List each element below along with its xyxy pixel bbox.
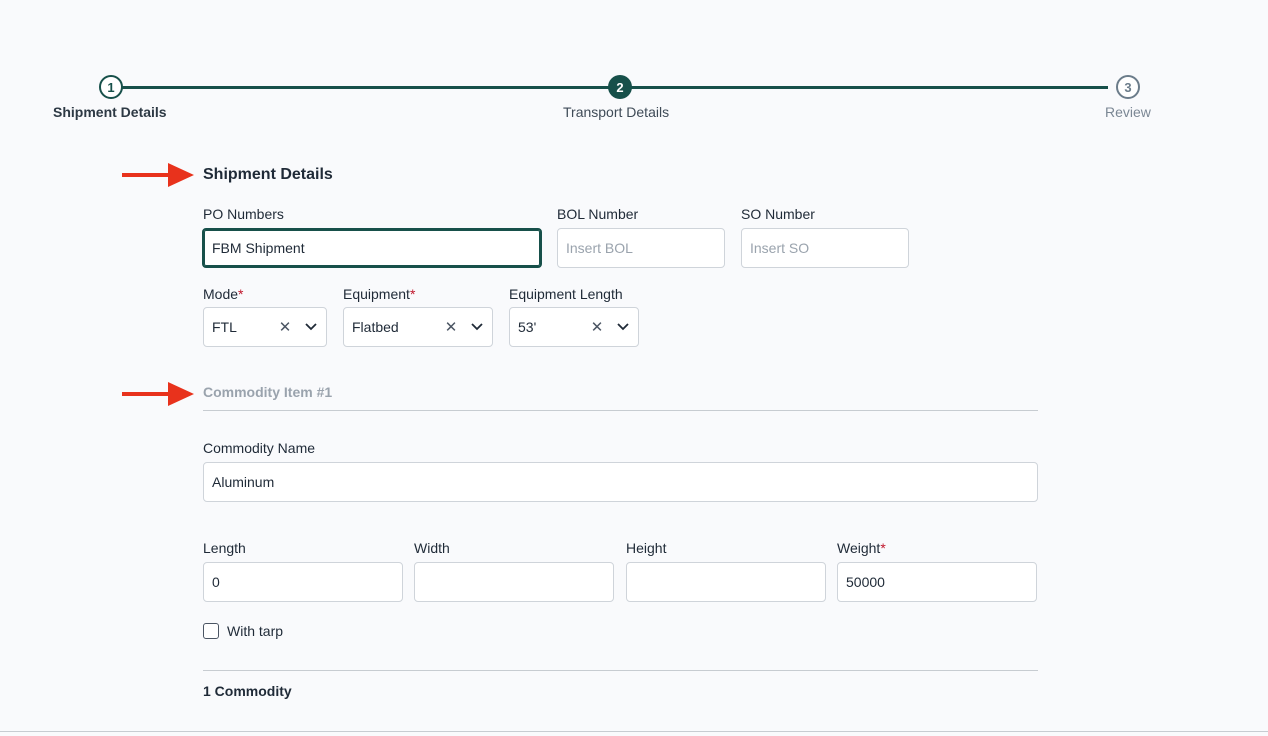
- transport-details-page: 1 Shipment Details 2 Transport Details 3…: [0, 0, 1268, 736]
- width-input[interactable]: [414, 562, 614, 602]
- mode-select-value: FTL: [212, 319, 237, 335]
- red-arrow-icon: [122, 163, 194, 187]
- step-2-circle[interactable]: 2: [608, 75, 632, 99]
- bol-number-label: BOL Number: [557, 206, 639, 222]
- with-tarp-label[interactable]: With tarp: [227, 623, 283, 639]
- length-input[interactable]: [203, 562, 403, 602]
- step-1-number: 1: [107, 79, 115, 95]
- step-1-circle[interactable]: 1: [99, 75, 123, 99]
- bol-number-input[interactable]: [557, 228, 725, 268]
- equipment-label-text: Equipment: [343, 286, 410, 302]
- clear-icon[interactable]: ✕: [586, 318, 608, 336]
- mode-label-text: Mode: [203, 286, 239, 302]
- weight-label: Weight*: [837, 540, 886, 556]
- step-1-label[interactable]: Shipment Details: [53, 104, 167, 120]
- chevron-down-icon[interactable]: [608, 323, 638, 331]
- commodity-name-label: Commodity Name: [203, 440, 316, 456]
- required-mark: *: [409, 286, 416, 302]
- step-3-label[interactable]: Review: [1105, 104, 1151, 120]
- required-mark: *: [880, 540, 886, 556]
- equipment-length-select-value: 53': [518, 319, 537, 335]
- so-number-input[interactable]: [741, 228, 909, 268]
- width-label: Width: [414, 540, 450, 556]
- step-2-label[interactable]: Transport Details: [563, 104, 669, 120]
- height-input[interactable]: [626, 562, 826, 602]
- height-label: Height: [626, 540, 667, 556]
- chevron-down-icon[interactable]: [462, 323, 492, 331]
- weight-label-text: Weight: [837, 540, 881, 556]
- step-2-number: 2: [616, 79, 624, 95]
- commodity-item-title: Commodity Item #1: [203, 384, 333, 400]
- chevron-down-icon[interactable]: [296, 323, 326, 331]
- so-number-label: SO Number: [741, 206, 815, 222]
- shipment-details-title: Shipment Details: [203, 166, 333, 183]
- commodity-divider: [203, 410, 1038, 411]
- footer-divider: [0, 731, 1268, 732]
- clear-icon[interactable]: ✕: [440, 318, 462, 336]
- step-3-number: 3: [1124, 79, 1132, 95]
- po-numbers-label: PO Numbers: [203, 206, 284, 222]
- equipment-length-select[interactable]: 53' ✕: [509, 307, 639, 347]
- red-arrow-icon: [122, 382, 194, 406]
- length-label: Length: [203, 540, 246, 556]
- mode-label: Mode*: [203, 286, 243, 302]
- weight-input[interactable]: [837, 562, 1037, 602]
- commodity-count: 1 Commodity: [203, 683, 292, 699]
- equipment-select-value: Flatbed: [352, 319, 399, 335]
- mode-select[interactable]: FTL ✕: [203, 307, 327, 347]
- equipment-length-label: Equipment Length: [509, 286, 623, 302]
- step-3-circle[interactable]: 3: [1116, 75, 1140, 99]
- equipment-select[interactable]: Flatbed ✕: [343, 307, 493, 347]
- clear-icon[interactable]: ✕: [274, 318, 296, 336]
- equipment-label: Equipment*: [343, 286, 415, 302]
- with-tarp-checkbox[interactable]: [203, 623, 219, 639]
- summary-divider: [203, 670, 1038, 671]
- po-numbers-input[interactable]: [202, 228, 542, 268]
- commodity-name-input[interactable]: [203, 462, 1038, 502]
- required-mark: *: [238, 286, 244, 302]
